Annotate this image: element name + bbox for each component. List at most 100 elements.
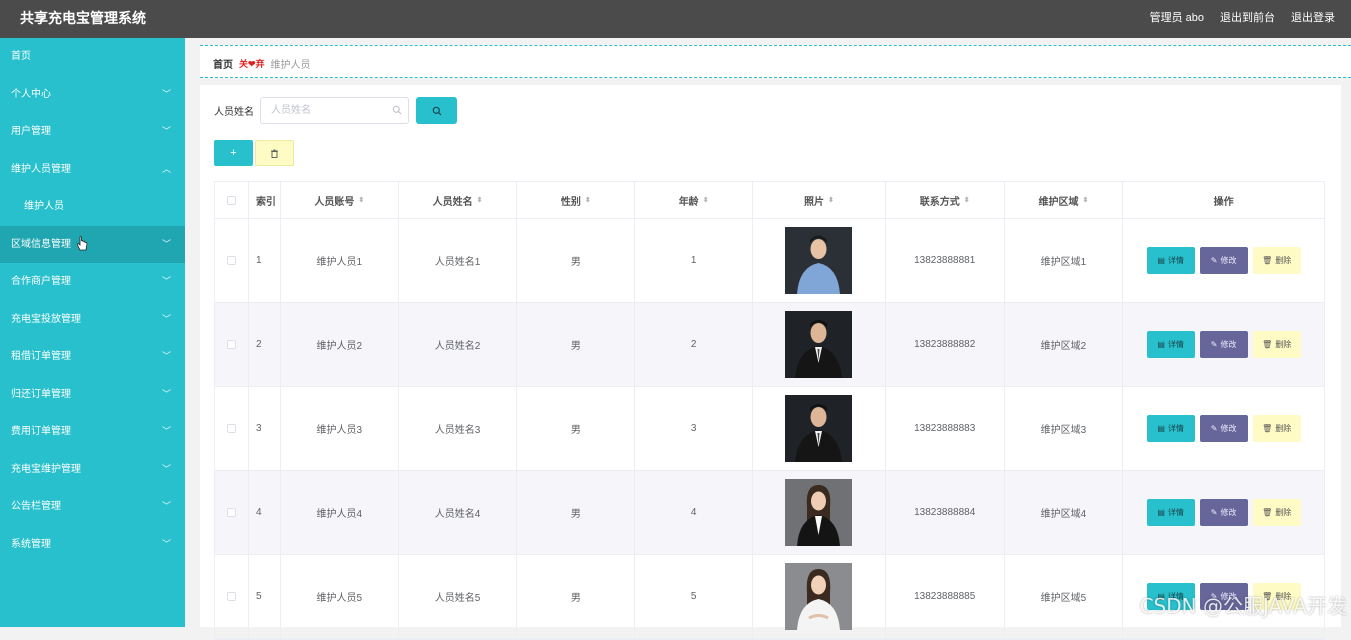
photo-cell [753, 555, 886, 638]
age-cell: 3 [635, 387, 753, 470]
edit-button[interactable]: ✎修改 [1200, 331, 1248, 358]
header-area[interactable]: 维护区域⬍ [1005, 182, 1124, 218]
avatar[interactable] [785, 311, 852, 378]
sidebar-subitem-maintainer[interactable]: 维护人员 [0, 188, 185, 226]
avatar[interactable] [785, 479, 852, 546]
search-bar: 人员姓名 [214, 97, 457, 124]
sidebar-item-bulletin[interactable]: 公告栏管理﹀ [0, 488, 185, 526]
table-row: 4 维护人员4 人员姓名4 男 4 13823888884 维护区域4 ▤详情 … [215, 471, 1324, 555]
gender-cell: 男 [517, 303, 635, 386]
row-select-cell [215, 303, 249, 386]
sort-icon[interactable]: ⬍ [585, 196, 591, 204]
delete-button[interactable]: 🗑删除 [1253, 415, 1301, 442]
edit-button[interactable]: ✎修改 [1200, 499, 1248, 526]
sort-icon[interactable]: ⬍ [1083, 196, 1089, 204]
sidebar-item-merchant[interactable]: 合作商户管理﹀ [0, 263, 185, 301]
sidebar-item-area-info[interactable]: 区域信息管理﹀ [0, 226, 185, 264]
avatar[interactable] [785, 563, 852, 630]
row-select-cell [215, 387, 249, 470]
sidebar-item-personal-center[interactable]: 个人中心﹀ [0, 76, 185, 114]
sort-icon[interactable]: ⬍ [358, 196, 364, 204]
search-icon [392, 105, 402, 115]
detail-button[interactable]: ▤详情 [1147, 331, 1195, 358]
row-checkbox[interactable] [227, 340, 236, 349]
gender-cell: 男 [517, 555, 635, 638]
header-account[interactable]: 人员账号⬍ [281, 182, 399, 218]
detail-button[interactable]: ▤详情 [1147, 247, 1195, 274]
column-label: 照片 [804, 193, 824, 208]
sidebar-item-label: 费用订单管理 [11, 426, 71, 437]
sidebar-item-system[interactable]: 系统管理﹀ [0, 526, 185, 564]
sort-icon[interactable]: ⬍ [703, 196, 709, 204]
detail-label: 详情 [1168, 423, 1184, 434]
row-checkbox[interactable] [227, 592, 236, 601]
delete-label: 删除 [1275, 423, 1291, 434]
edit-button[interactable]: ✎修改 [1200, 247, 1248, 274]
account-cell: 维护人员4 [281, 471, 399, 554]
actions-cell: ▤详情 ✎修改 🗑删除 [1123, 303, 1324, 386]
sidebar-item-home[interactable]: 首页 [0, 38, 185, 76]
batch-delete-button[interactable] [255, 140, 294, 166]
name-cell: 人员姓名3 [399, 387, 518, 470]
search-input[interactable] [261, 98, 408, 123]
breadcrumb-separator: 关❤弃 [239, 57, 265, 70]
document-icon: ▤ [1157, 256, 1165, 265]
sidebar-item-powerbank-deploy[interactable]: 充电宝投放管理﹀ [0, 301, 185, 339]
phone-cell: 13823888885 [886, 555, 1005, 638]
sidebar-item-powerbank-maintenance[interactable]: 充电宝维护管理﹀ [0, 451, 185, 489]
header-index: 索引 [249, 182, 281, 218]
age-cell: 4 [635, 471, 753, 554]
delete-button[interactable]: 🗑删除 [1253, 331, 1301, 358]
delete-button[interactable]: 🗑删除 [1253, 247, 1301, 274]
photo-cell [753, 219, 886, 302]
sort-icon[interactable]: ⬍ [828, 196, 834, 204]
avatar[interactable] [785, 227, 852, 294]
name-cell: 人员姓名5 [399, 555, 518, 638]
sidebar-item-return-orders[interactable]: 归还订单管理﹀ [0, 376, 185, 414]
search-button[interactable] [416, 97, 457, 124]
account-cell: 维护人员3 [281, 387, 399, 470]
action-buttons: + [214, 140, 294, 166]
search-field[interactable] [260, 97, 409, 124]
admin-user-label[interactable]: 管理员 abo [1150, 9, 1204, 25]
breadcrumb-home[interactable]: 首页 [213, 56, 233, 71]
sidebar-item-maintainer-management[interactable]: 维护人员管理︿ [0, 151, 185, 189]
header-actions: 操作 [1123, 182, 1324, 218]
sidebar-item-fee-orders[interactable]: 费用订单管理﹀ [0, 413, 185, 451]
header-name[interactable]: 人员姓名⬍ [399, 182, 518, 218]
header-phone[interactable]: 联系方式 ⬍ [886, 182, 1005, 218]
row-checkbox[interactable] [227, 508, 236, 517]
detail-label: 详情 [1168, 507, 1184, 518]
plus-icon: + [230, 147, 236, 159]
row-select-cell [215, 471, 249, 554]
avatar[interactable] [785, 395, 852, 462]
header-age[interactable]: 年龄⬍ [635, 182, 753, 218]
row-checkbox[interactable] [227, 256, 236, 265]
sidebar-item-user-management[interactable]: 用户管理﹀ [0, 113, 185, 151]
sort-icon[interactable]: ⬍ [477, 196, 483, 204]
detail-button[interactable]: ▤详情 [1147, 415, 1195, 442]
document-icon: ▤ [1157, 424, 1165, 433]
sidebar-item-label: 区域信息管理 [11, 239, 71, 250]
delete-button[interactable]: 🗑删除 [1253, 499, 1301, 526]
select-all-checkbox[interactable] [227, 196, 236, 205]
detail-button[interactable]: ▤详情 [1147, 499, 1195, 526]
phone-cell: 13823888884 [886, 471, 1005, 554]
row-checkbox[interactable] [227, 424, 236, 433]
sidebar-item-rental-orders[interactable]: 租借订单管理﹀ [0, 338, 185, 376]
phone-cell: 13823888883 [886, 387, 1005, 470]
age-cell: 1 [635, 219, 753, 302]
logout-link[interactable]: 退出登录 [1291, 9, 1335, 25]
header-gender[interactable]: 性别⬍ [517, 182, 635, 218]
edit-button[interactable]: ✎修改 [1200, 415, 1248, 442]
sort-icon[interactable]: ⬍ [964, 196, 970, 204]
breadcrumb: 首页 关❤弃 维护人员 [213, 56, 311, 71]
index-cell: 3 [249, 387, 281, 470]
to-frontend-link[interactable]: 退出到前台 [1220, 9, 1275, 25]
index-cell: 2 [249, 303, 281, 386]
add-button[interactable]: + [214, 140, 253, 166]
column-label: 联系方式 [920, 193, 960, 208]
breadcrumb-bar: 首页 关❤弃 维护人员 [200, 45, 1351, 78]
header-photo[interactable]: 照片 ⬍ [753, 182, 886, 218]
app-title: 共享充电宝管理系统 [20, 8, 146, 28]
